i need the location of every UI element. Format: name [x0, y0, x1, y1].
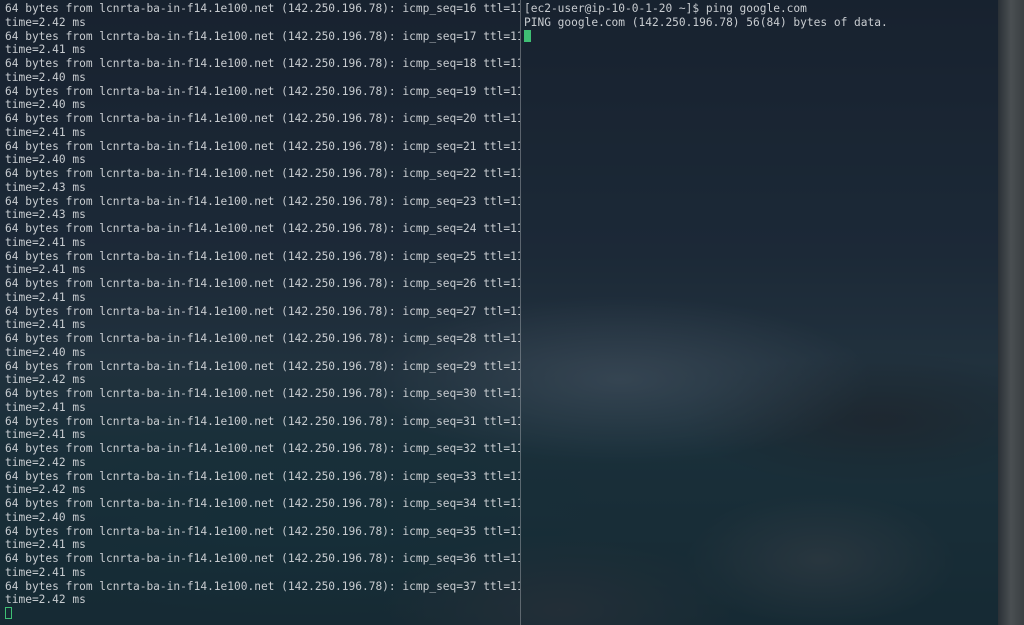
ping-reply-time: time=2.43 ms: [5, 208, 86, 222]
active-cursor: [524, 29, 531, 42]
ping-reply-time: time=2.41 ms: [5, 318, 86, 332]
ping-reply-time: time=2.41 ms: [5, 400, 86, 414]
ping-reply-time: time=2.41 ms: [5, 538, 86, 552]
ping-reply-line: 64 bytes from lcnrta-ba-in-f14.1e100.net…: [5, 57, 520, 70]
ping-reply-time: time=2.42 ms: [5, 15, 86, 29]
inactive-cursor: [5, 607, 12, 619]
ping-reply-time: time=2.41 ms: [5, 428, 86, 442]
ping-reply-time: time=2.41 ms: [5, 235, 86, 249]
ping-reply-time: time=2.42 ms: [5, 455, 86, 469]
ping-reply-time: time=2.40 ms: [5, 510, 86, 524]
ping-reply-line: 64 bytes from lcnrta-ba-in-f14.1e100.net…: [5, 2, 520, 15]
ping-reply-time: time=2.43 ms: [5, 180, 86, 194]
window-edge: [998, 0, 1024, 625]
ping-reply-line: 64 bytes from lcnrta-ba-in-f14.1e100.net…: [5, 414, 520, 428]
ping-reply-time: time=2.41 ms: [5, 125, 86, 139]
ping-reply-time: time=2.40 ms: [5, 98, 86, 112]
active-prompt-line: [524, 29, 998, 44]
ping-reply-time: time=2.42 ms: [5, 593, 86, 607]
ping-reply-line: 64 bytes from lcnrta-ba-in-f14.1e100.net…: [5, 194, 520, 208]
ping-reply-line: 64 bytes from lcnrta-ba-in-f14.1e100.net…: [5, 139, 520, 153]
ping-reply-line: 64 bytes from lcnrta-ba-in-f14.1e100.net…: [5, 29, 520, 43]
ping-reply-line: 64 bytes from lcnrta-ba-in-f14.1e100.net…: [5, 277, 520, 290]
ping-header-line: PING google.com (142.250.196.78) 56(84) …: [524, 15, 888, 29]
ping-output-list: 64 bytes from lcnrta-ba-in-f14.1e100.net…: [5, 2, 520, 607]
ping-reply-time: time=2.41 ms: [5, 43, 86, 57]
terminal-window[interactable]: 64 bytes from lcnrta-ba-in-f14.1e100.net…: [0, 0, 998, 625]
ping-reply-line: 64 bytes from lcnrta-ba-in-f14.1e100.net…: [5, 469, 520, 483]
terminal-pane-left[interactable]: 64 bytes from lcnrta-ba-in-f14.1e100.net…: [0, 0, 520, 625]
ping-reply-line: 64 bytes from lcnrta-ba-in-f14.1e100.net…: [5, 524, 520, 538]
ping-reply-line: 64 bytes from lcnrta-ba-in-f14.1e100.net…: [5, 552, 520, 565]
ping-reply-line: 64 bytes from lcnrta-ba-in-f14.1e100.net…: [5, 579, 520, 593]
ping-reply-line: 64 bytes from lcnrta-ba-in-f14.1e100.net…: [5, 387, 520, 400]
ping-reply-line: 64 bytes from lcnrta-ba-in-f14.1e100.net…: [5, 304, 520, 318]
terminal-pane-right[interactable]: [ec2-user@ip-10-0-1-20 ~]$ ping google.c…: [521, 0, 998, 625]
ping-reply-time: time=2.41 ms: [5, 565, 86, 579]
left-prompt-line: [5, 607, 520, 621]
ping-reply-time: time=2.41 ms: [5, 290, 86, 304]
desktop-background: 64 bytes from lcnrta-ba-in-f14.1e100.net…: [0, 0, 1024, 625]
ping-reply-line: 64 bytes from lcnrta-ba-in-f14.1e100.net…: [5, 332, 520, 345]
ping-reply-time: time=2.40 ms: [5, 345, 86, 359]
ping-reply-line: 64 bytes from lcnrta-ba-in-f14.1e100.net…: [5, 249, 520, 263]
ping-reply-time: time=2.41 ms: [5, 263, 86, 277]
ping-reply-time: time=2.42 ms: [5, 483, 86, 497]
ping-reply-line: 64 bytes from lcnrta-ba-in-f14.1e100.net…: [5, 222, 520, 235]
ping-reply-time: time=2.40 ms: [5, 153, 86, 167]
command-line: [ec2-user@ip-10-0-1-20 ~]$ ping google.c…: [524, 2, 807, 15]
ping-reply-line: 64 bytes from lcnrta-ba-in-f14.1e100.net…: [5, 84, 520, 98]
ping-reply-time: time=2.40 ms: [5, 70, 86, 84]
ping-reply-line: 64 bytes from lcnrta-ba-in-f14.1e100.net…: [5, 442, 520, 455]
ping-reply-line: 64 bytes from lcnrta-ba-in-f14.1e100.net…: [5, 112, 520, 125]
ping-reply-line: 64 bytes from lcnrta-ba-in-f14.1e100.net…: [5, 497, 520, 510]
ping-reply-time: time=2.42 ms: [5, 373, 86, 387]
ping-reply-line: 64 bytes from lcnrta-ba-in-f14.1e100.net…: [5, 167, 520, 180]
ping-reply-line: 64 bytes from lcnrta-ba-in-f14.1e100.net…: [5, 359, 520, 373]
